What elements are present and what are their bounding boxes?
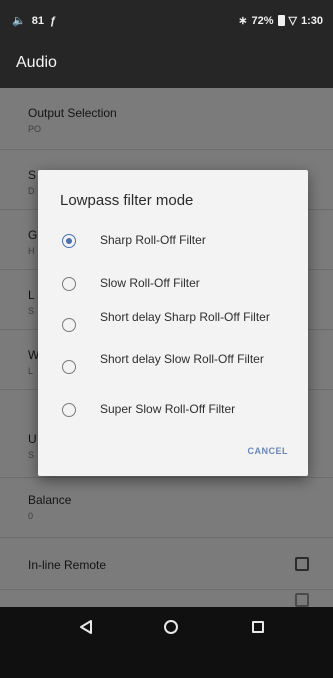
- setting-row-partial: [0, 590, 333, 607]
- cancel-button[interactable]: CANCEL: [248, 446, 289, 456]
- option-label: Sharp Roll-Off Filter: [100, 233, 206, 247]
- setting-title: In-line Remote: [28, 558, 107, 572]
- setting-value: 0: [28, 511, 34, 521]
- filter-option-sharp[interactable]: Sharp Roll-Off Filter: [38, 230, 308, 252]
- option-label: Slow Roll-Off Filter: [100, 276, 200, 290]
- radio-icon[interactable]: [62, 403, 76, 417]
- inline-remote-checkbox[interactable]: [295, 557, 309, 571]
- setting-title: Output Selection: [28, 106, 117, 120]
- app-bar: Audio: [0, 40, 333, 88]
- status-bar: 🔈 81 ‌ƒ ∗ 72% ▽ 1:30: [0, 0, 333, 40]
- app-title: Audio: [16, 54, 57, 71]
- radio-icon[interactable]: [62, 277, 76, 291]
- partial-checkbox[interactable]: [295, 593, 309, 607]
- filter-option-slow[interactable]: Slow Roll-Off Filter: [38, 273, 308, 295]
- option-label: Short delay Sharp Roll-Off Filter: [100, 310, 270, 324]
- setting-output-selection[interactable]: Output Selection PO: [0, 88, 333, 150]
- volume-icon: 🔈: [12, 15, 26, 27]
- filter-option-short-delay-sharp[interactable]: Short delay Sharp Roll-Off Filter: [38, 308, 308, 342]
- setting-inline-remote[interactable]: In-line Remote: [0, 538, 333, 590]
- radio-icon[interactable]: [62, 360, 76, 374]
- status-left-number: 81: [31, 14, 44, 27]
- filter-option-super-slow[interactable]: Super Slow Roll-Off Filter: [38, 399, 308, 421]
- dialog-title: Lowpass filter mode: [60, 192, 194, 209]
- setting-balance[interactable]: Balance 0: [0, 478, 333, 538]
- clock: 1:30: [300, 14, 323, 27]
- lowpass-filter-dialog: Lowpass filter mode Sharp Roll-Off Filte…: [38, 170, 308, 476]
- radio-selected-icon[interactable]: [62, 234, 76, 248]
- option-label: Super Slow Roll-Off Filter: [100, 402, 236, 416]
- setting-value: PO: [28, 124, 42, 134]
- bluetooth-icon: ∗: [238, 15, 248, 27]
- recents-icon[interactable]: [252, 621, 264, 633]
- radio-icon[interactable]: [62, 318, 76, 332]
- notification-icon: ‌ƒ: [49, 14, 57, 27]
- filter-option-short-delay-slow[interactable]: Short delay Slow Roll-Off Filter: [38, 350, 308, 384]
- battery-icon: [277, 15, 285, 26]
- wifi-icon: ▽: [288, 15, 297, 27]
- setting-title: Balance: [28, 493, 72, 507]
- back-icon[interactable]: [78, 619, 94, 635]
- battery-percent: 72%: [251, 14, 274, 27]
- navigation-bar: [0, 607, 333, 678]
- option-label: Short delay Slow Roll-Off Filter: [100, 352, 264, 366]
- home-icon[interactable]: [164, 620, 178, 634]
